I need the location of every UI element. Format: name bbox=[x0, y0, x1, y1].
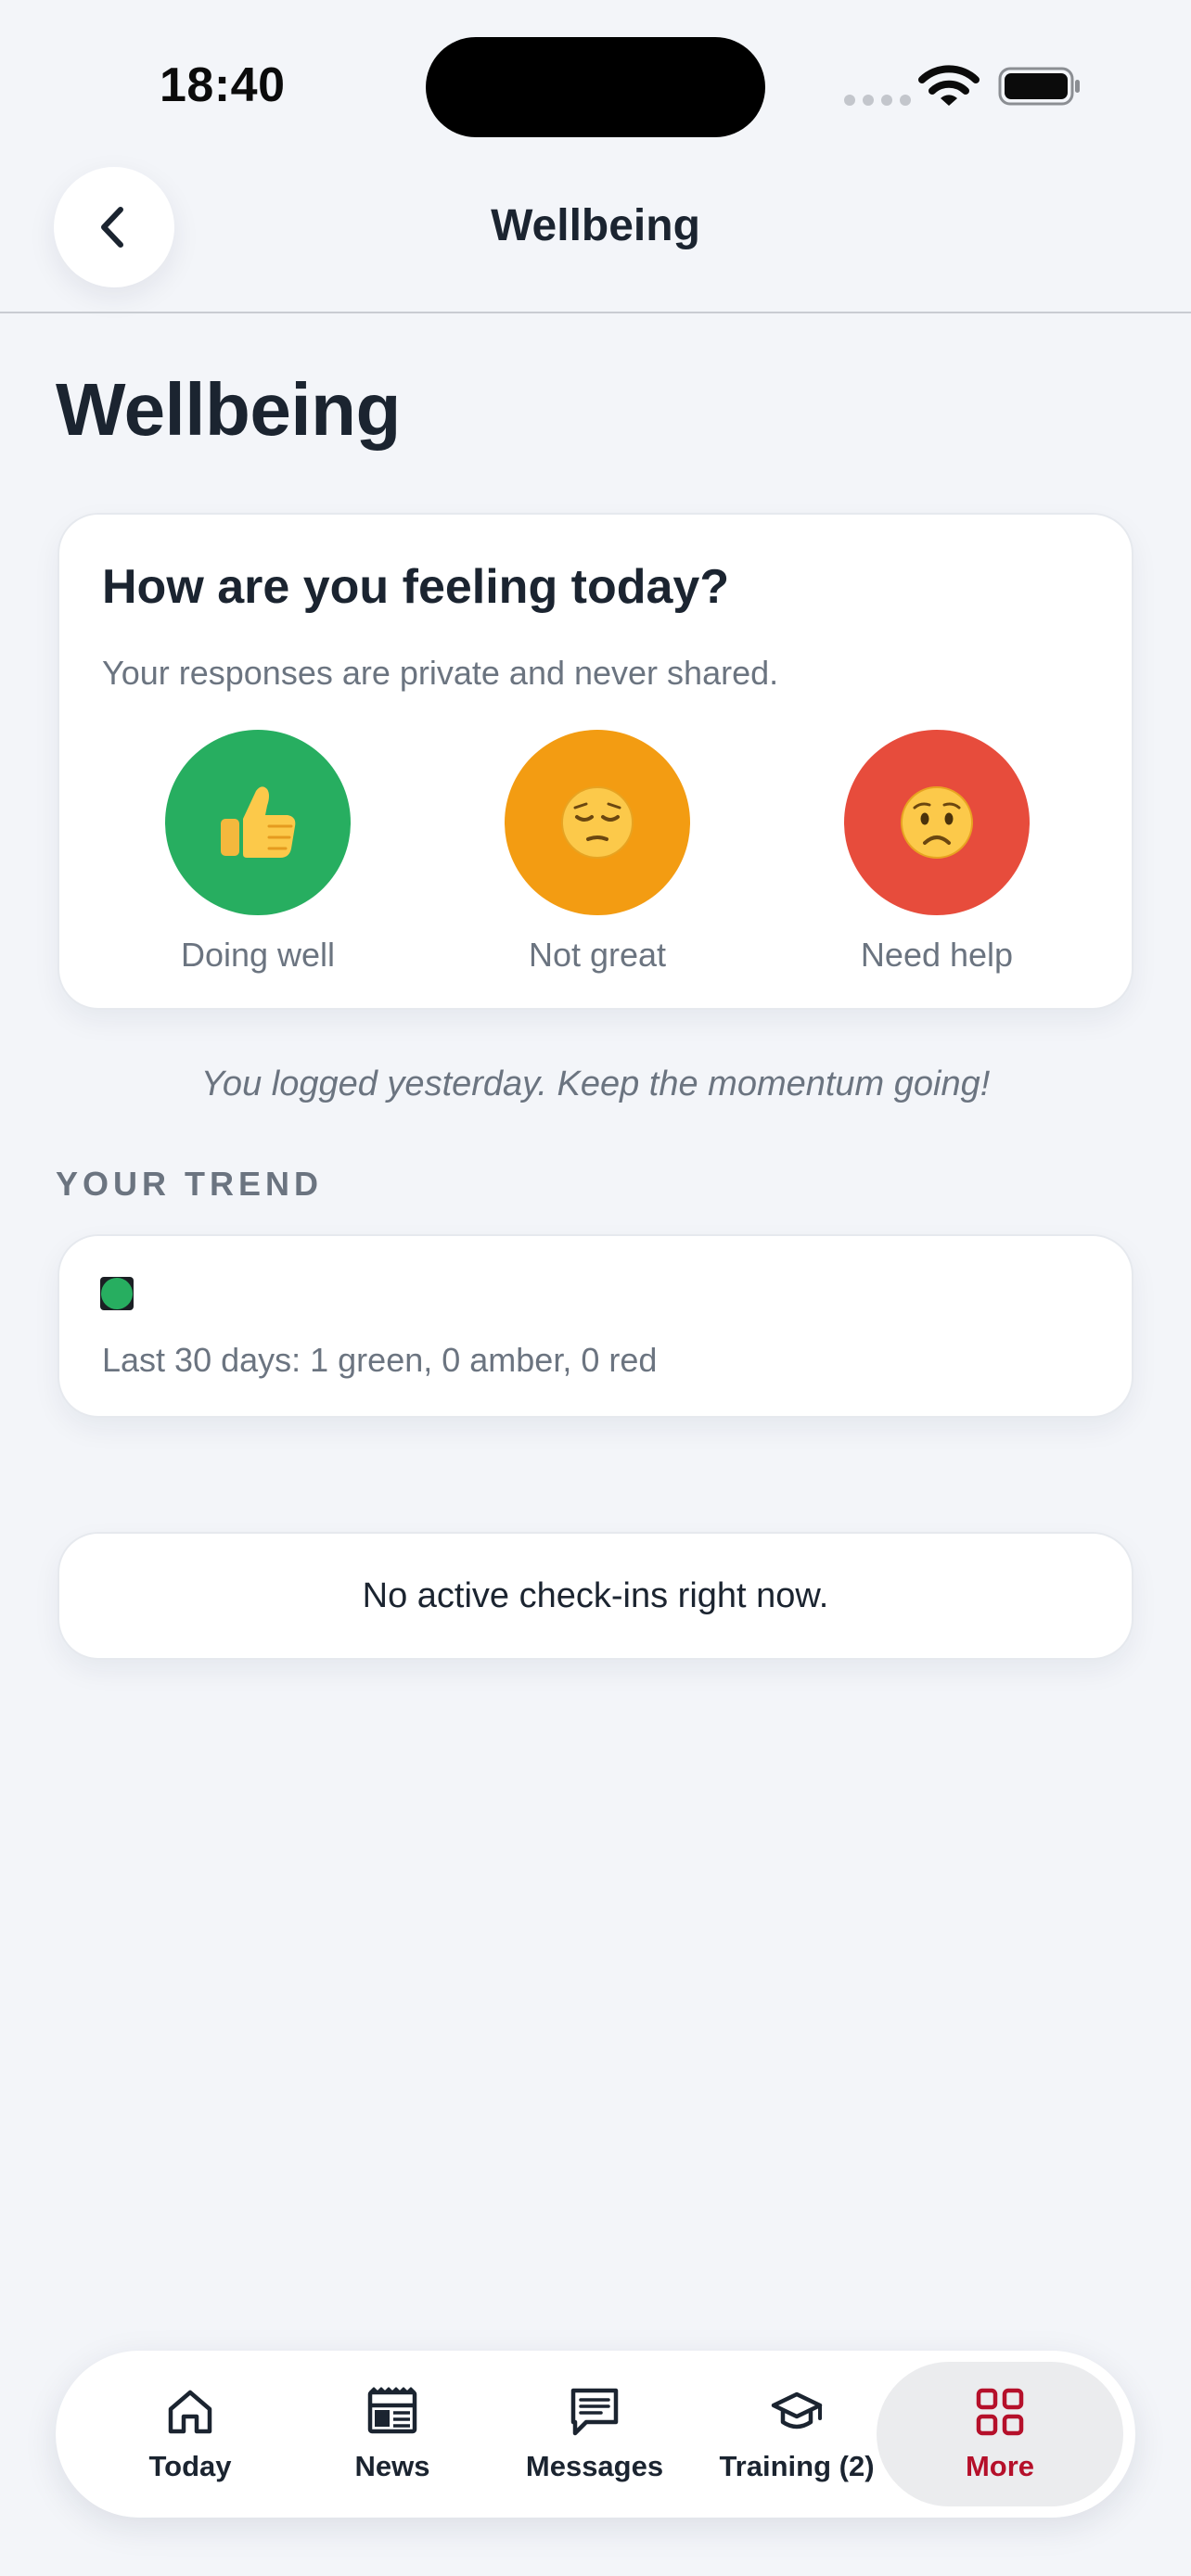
graduation-cap-icon bbox=[771, 2391, 823, 2429]
checkins-card: No active check-ins right now. bbox=[58, 1532, 1133, 1660]
trend-dot-green bbox=[100, 1277, 134, 1310]
wellbeing-screen: 18:40 Wellbeing Wellbeing How are you fe… bbox=[0, 0, 1191, 2576]
page-title: Wellbeing bbox=[56, 368, 401, 451]
mood-option-not-great[interactable]: Not great bbox=[458, 730, 736, 975]
mood-circle-amber[interactable] bbox=[505, 730, 690, 915]
trend-summary: Last 30 days: 1 green, 0 amber, 0 red bbox=[102, 1341, 658, 1379]
mood-circle-green[interactable] bbox=[165, 730, 351, 915]
dynamic-island bbox=[426, 37, 765, 137]
mood-label: Not great bbox=[528, 936, 667, 974]
tab-label: Messages bbox=[525, 2450, 664, 2482]
wifi-icon bbox=[918, 65, 980, 106]
thumbs-up-icon bbox=[221, 786, 296, 858]
grid-icon bbox=[976, 2388, 1024, 2436]
trend-section-label: YOUR TREND bbox=[56, 1165, 324, 1203]
checkins-empty-text: No active check-ins right now. bbox=[362, 1575, 829, 1615]
tab-label: More bbox=[965, 2450, 1035, 2482]
trend-card: Last 30 days: 1 green, 0 amber, 0 red bbox=[58, 1234, 1133, 1418]
feeling-card-subtitle: Your responses are private and never sha… bbox=[102, 654, 779, 692]
newspaper-icon bbox=[367, 2387, 417, 2434]
tab-training[interactable]: Training (2) bbox=[699, 2362, 894, 2506]
signal-dots-icon bbox=[844, 95, 911, 106]
mood-label: Need help bbox=[860, 936, 1014, 974]
message-icon bbox=[570, 2388, 619, 2436]
feeling-card: How are you feeling today? Your response… bbox=[58, 513, 1133, 1010]
feeling-card-title: How are you feeling today? bbox=[102, 560, 730, 614]
tab-messages[interactable]: Messages bbox=[497, 2362, 692, 2506]
worried-face-icon bbox=[901, 786, 973, 859]
tab-more[interactable]: More bbox=[877, 2362, 1123, 2506]
tab-news[interactable]: News bbox=[295, 2362, 490, 2506]
mood-option-need-help[interactable]: Need help bbox=[798, 730, 1076, 975]
log-note: You logged yesterday. Keep the momentum … bbox=[200, 1065, 991, 1103]
tab-label: News bbox=[354, 2450, 430, 2482]
tab-label: Training (2) bbox=[719, 2450, 875, 2482]
tab-today[interactable]: Today bbox=[93, 2362, 288, 2506]
pensive-face-icon bbox=[561, 786, 634, 859]
home-icon bbox=[168, 2390, 212, 2434]
mood-circle-red[interactable] bbox=[844, 730, 1030, 915]
battery-icon bbox=[998, 67, 1080, 106]
mood-label: Doing well bbox=[180, 936, 336, 974]
mood-option-doing-well[interactable]: Doing well bbox=[119, 730, 397, 975]
bottom-tab-bar: Today News Messages Training (2) More bbox=[56, 2351, 1135, 2518]
header-title: Wellbeing bbox=[491, 201, 700, 250]
status-time: 18:40 bbox=[160, 58, 286, 112]
tab-label: Today bbox=[148, 2450, 232, 2482]
header-divider bbox=[0, 312, 1191, 313]
